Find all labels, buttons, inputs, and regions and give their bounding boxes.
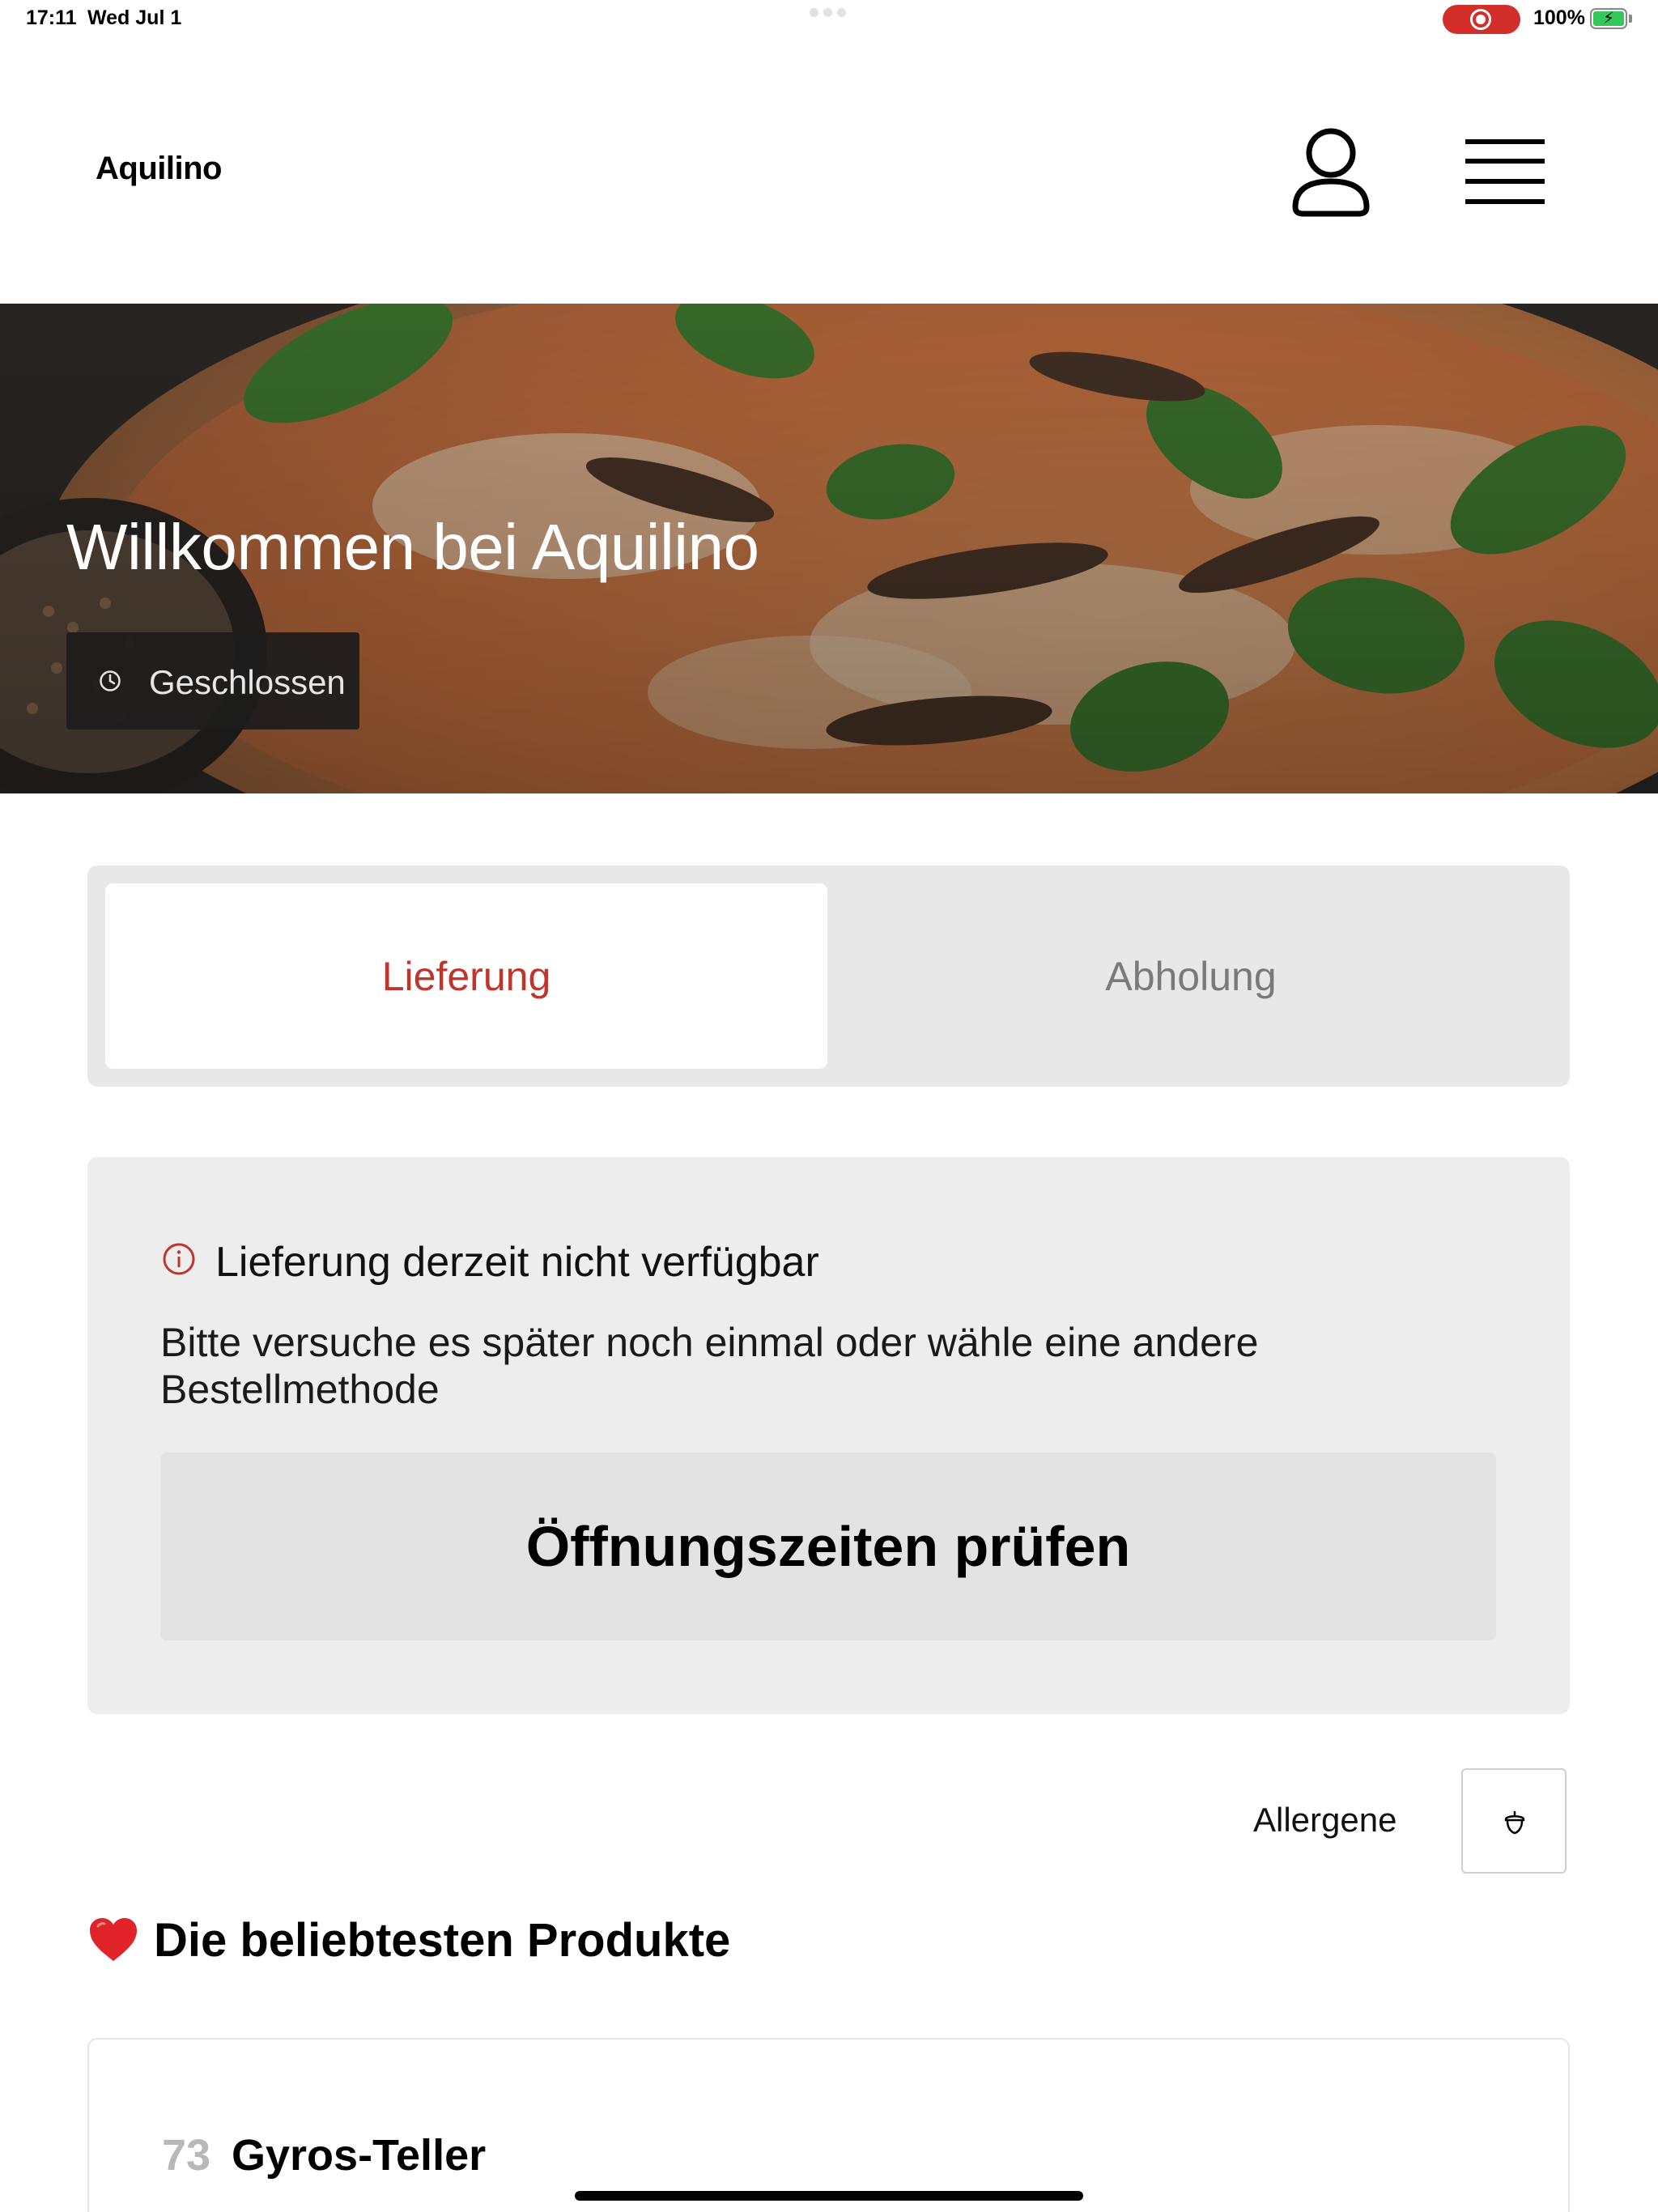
battery-cap bbox=[1629, 15, 1632, 23]
hero-title: Willkommen bei Aquilino bbox=[66, 511, 759, 583]
delivery-unavailable-notice: Lieferung derzeit nicht verfügbar Bitte … bbox=[87, 1157, 1570, 1714]
status-time: 17:11 bbox=[26, 6, 77, 29]
allergens-label: Allergene bbox=[1253, 1801, 1397, 1839]
allergens-button[interactable] bbox=[1461, 1768, 1567, 1874]
status-date: Wed Jul 1 bbox=[87, 6, 182, 29]
heart-icon bbox=[90, 1918, 137, 1961]
clock-icon bbox=[100, 670, 121, 691]
section-title: Die beliebtesten Produkte bbox=[154, 1913, 731, 1967]
order-method-selector: Lieferung Abholung bbox=[87, 866, 1570, 1087]
battery-percentage: 100% bbox=[1533, 6, 1585, 29]
multitasking-dots-icon[interactable] bbox=[810, 8, 848, 19]
profile-button[interactable] bbox=[1290, 126, 1371, 217]
screen-recording-icon[interactable] bbox=[1443, 5, 1520, 34]
product-number: 73 bbox=[162, 2131, 211, 2180]
acorn-icon bbox=[1504, 1810, 1525, 1835]
tab-lieferung[interactable]: Lieferung bbox=[105, 883, 827, 1069]
product-card[interactable]: 73 Gyros-Teller bbox=[87, 2038, 1570, 2212]
notice-title: Lieferung derzeit nicht verfügbar bbox=[215, 1239, 819, 1286]
user-icon bbox=[1292, 128, 1370, 217]
hero-banner: Willkommen bei Aquilino Geschlossen bbox=[0, 304, 1658, 793]
info-icon bbox=[163, 1243, 195, 1275]
notice-message: Bitte versuche es später noch einmal ode… bbox=[160, 1320, 1259, 1412]
menu-button[interactable] bbox=[1464, 136, 1548, 207]
battery-icon: ⚡ bbox=[1590, 8, 1627, 29]
store-status-label: Geschlossen bbox=[149, 663, 346, 701]
hamburger-menu-icon bbox=[1465, 139, 1545, 204]
product-name: Gyros-Teller bbox=[232, 2131, 487, 2180]
home-indicator[interactable] bbox=[575, 2191, 1083, 2201]
check-opening-hours-button[interactable]: Öffnungszeiten prüfen bbox=[160, 1453, 1496, 1640]
tab-abholung[interactable]: Abholung bbox=[830, 883, 1552, 1069]
status-bar: 17:11 Wed Jul 1 100% ⚡ bbox=[0, 0, 1658, 39]
brand-name[interactable]: Aquilino bbox=[96, 151, 222, 187]
popular-products-heading: Die beliebtesten Produkte bbox=[87, 1912, 730, 1967]
store-status-badge[interactable]: Geschlossen bbox=[66, 632, 359, 730]
